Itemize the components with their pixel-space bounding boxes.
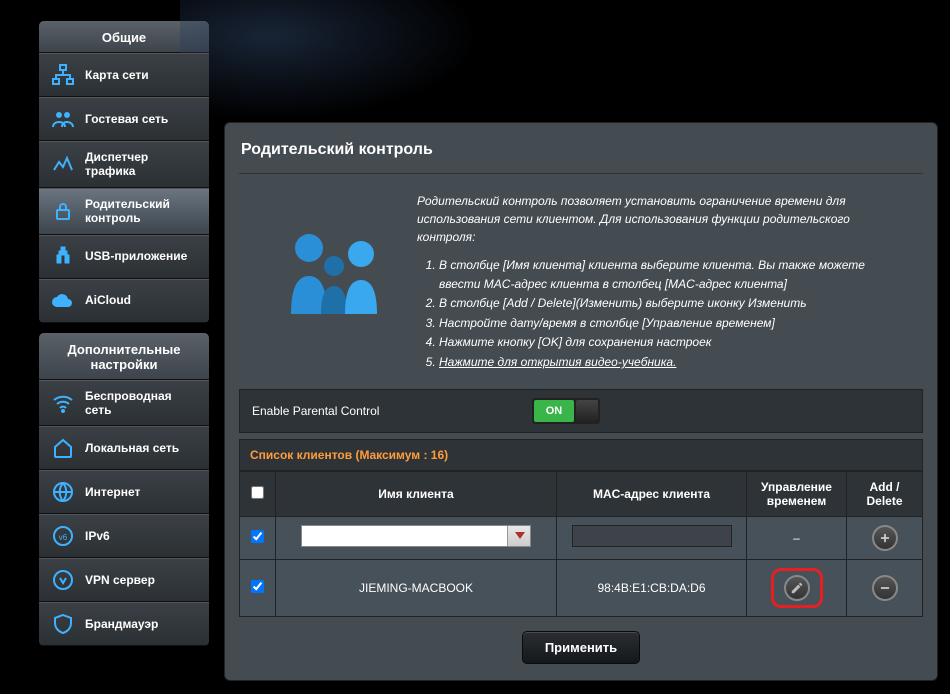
clients-table-title: Список клиентов (Maксимум : 16) — [239, 439, 923, 471]
ipv6-icon: v6 — [49, 524, 77, 548]
enable-parental-toggle[interactable]: ON — [532, 398, 600, 424]
sidebar-item-aicloud[interactable]: AiCloud — [39, 279, 209, 323]
add-button[interactable] — [872, 525, 898, 551]
header-client-name: Имя клиента — [276, 471, 557, 516]
mac-input[interactable] — [572, 525, 732, 547]
sidebar-item-label: AiCloud — [85, 293, 131, 307]
clients-table: Имя клиента MAC-адрес клиента Управление… — [239, 471, 923, 617]
sidebar-item-label: Локальная сеть — [85, 441, 179, 455]
sidebar-item-label: Диспетчер трафика — [85, 150, 199, 179]
sidebar-item-firewall[interactable]: Брандмауэр — [39, 602, 209, 646]
traffic-icon — [49, 152, 77, 176]
firewall-icon — [49, 612, 77, 636]
toggle-knob — [576, 400, 598, 422]
parental-icon — [49, 199, 77, 223]
intro-description: Родительский контроль позволяет установи… — [417, 192, 907, 246]
wifi-icon — [49, 391, 77, 415]
instruction-step: В столбце [Add / Delete](Изменить) выбер… — [439, 294, 907, 313]
family-icon — [279, 192, 389, 373]
sidebar-item-lan[interactable]: Локальная сеть — [39, 426, 209, 470]
instruction-step: Нажмите для открытия видео-учебника. — [439, 353, 907, 372]
select-all-checkbox[interactable] — [251, 486, 264, 499]
sidebar-advanced-header: Дополнительные настройки — [39, 333, 209, 380]
sidebar-item-label: Брандмауэр — [85, 617, 158, 631]
sidebar: Общие Карта сети Гостевая сеть Диспетчер… — [38, 20, 210, 681]
sidebar-item-label: Карта сети — [85, 68, 149, 82]
sidebar-item-guest-network[interactable]: Гостевая сеть — [39, 97, 209, 141]
sidebar-item-label: Беспроводная сеть — [85, 389, 199, 418]
sidebar-item-parental-control[interactable]: Родительский контроль — [39, 188, 209, 235]
sidebar-item-network-map[interactable]: Карта сети — [39, 53, 209, 97]
dropdown-arrow-icon — [515, 532, 525, 539]
edit-time-button[interactable] — [784, 575, 810, 601]
apply-button[interactable]: Применить — [522, 631, 640, 664]
sidebar-item-traffic-manager[interactable]: Диспетчер трафика — [39, 141, 209, 188]
main-content: Родительский контроль Родительский контр… — [224, 122, 938, 681]
row-checkbox[interactable] — [251, 530, 264, 543]
time-cell: – — [747, 516, 847, 559]
guest-icon — [49, 107, 77, 131]
header-mac: MAC-адрес клиента — [557, 471, 747, 516]
svg-text:v6: v6 — [59, 533, 68, 542]
delete-button[interactable] — [872, 575, 898, 601]
sidebar-item-ipv6[interactable]: v6 IPv6 — [39, 514, 209, 558]
sidebar-item-usb-app[interactable]: USB-приложение — [39, 235, 209, 279]
instruction-step: Нажмите кнопку [OK] для сохранения настр… — [439, 333, 907, 352]
instruction-step: В столбце [Имя клиента] клиента выберите… — [439, 256, 907, 293]
video-tutorial-link[interactable]: Нажмите для открытия видео-учебника. — [439, 355, 676, 369]
edit-highlight — [771, 568, 823, 608]
sidebar-item-wireless[interactable]: Беспроводная сеть — [39, 380, 209, 427]
usb-icon — [49, 245, 77, 269]
sidebar-item-label: Гостевая сеть — [85, 112, 168, 126]
mac-cell: 98:4B:E1:CB:DA:D6 — [557, 559, 747, 616]
network-map-icon — [49, 63, 77, 87]
table-row: – — [240, 516, 923, 559]
header-time: Управление временем — [747, 471, 847, 516]
sidebar-item-label: Интернет — [85, 485, 140, 499]
globe-icon — [49, 480, 77, 504]
row-checkbox[interactable] — [251, 580, 264, 593]
sidebar-item-label: Родительский контроль — [85, 197, 199, 226]
sidebar-item-label: USB-приложение — [85, 249, 187, 263]
client-name-select[interactable] — [301, 525, 531, 547]
sidebar-item-internet[interactable]: Интернет — [39, 470, 209, 514]
enable-parental-row: Enable Parental Control ON — [239, 389, 923, 433]
sidebar-item-vpn[interactable]: VPN сервер — [39, 558, 209, 602]
sidebar-item-label: VPN сервер — [85, 573, 155, 587]
vpn-icon — [49, 568, 77, 592]
apply-row: Применить — [239, 617, 923, 664]
header-action: Add / Delete — [847, 471, 923, 516]
sidebar-general-group: Общие Карта сети Гостевая сеть Диспетчер… — [38, 20, 210, 324]
sidebar-general-header: Общие — [39, 21, 209, 53]
client-name-cell: JIEMING-MACBOOK — [276, 559, 557, 616]
table-row: JIEMING-MACBOOK 98:4B:E1:CB:DA:D6 — [240, 559, 923, 616]
intro-section: Родительский контроль позволяет установи… — [239, 174, 923, 389]
header-checkbox — [240, 471, 276, 516]
instruction-list: В столбце [Имя клиента] клиента выберите… — [417, 256, 907, 372]
cloud-icon — [49, 289, 77, 313]
enable-parental-label: Enable Parental Control — [252, 404, 532, 418]
page-title: Родительский контроль — [239, 133, 923, 174]
sidebar-item-label: IPv6 — [85, 529, 110, 543]
sidebar-advanced-group: Дополнительные настройки Беспроводная се… — [38, 332, 210, 648]
instruction-step: Настройте дату/время в столбце [Управлен… — [439, 314, 907, 333]
lan-icon — [49, 436, 77, 460]
toggle-on-label: ON — [534, 400, 574, 422]
